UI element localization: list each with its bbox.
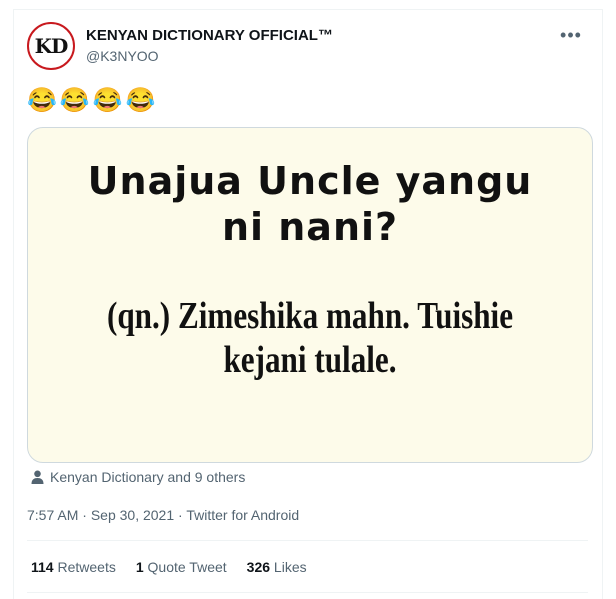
author-display-name[interactable]: KENYAN DICTIONARY OFFICIAL™ (86, 26, 333, 46)
media-definition-line-1: (qn.) Zimeshika mahn. Tuishie (106, 295, 514, 337)
social-context[interactable]: Kenyan Dictionary and 9 others (31, 469, 245, 485)
timestamp-separator: · (78, 507, 91, 523)
tweet-media-image[interactable]: Unajua Uncle yangu ni nani? (qn.) Zimesh… (27, 127, 593, 463)
media-definition-line-2: kejani tulale. (223, 339, 397, 381)
author-handle[interactable]: @K3NYOO (86, 46, 333, 66)
media-title: Unajua Uncle yangu ni nani? (28, 158, 592, 250)
tweet-time[interactable]: 7:57 AM (27, 507, 78, 523)
tweet-source[interactable]: Twitter for Android (186, 507, 299, 523)
likes-stat[interactable]: 326 Likes (247, 557, 307, 577)
media-definition: (qn.) Zimeshika mahn. Tuishie kejani tul… (79, 294, 541, 382)
author-names: KENYAN DICTIONARY OFFICIAL™ @K3NYOO (86, 26, 333, 66)
retweets-count: 114 (31, 559, 54, 575)
tweet-text: 😂😂😂😂 (27, 87, 159, 114)
retweets-label: Retweets (57, 559, 116, 575)
tweet-stats: 114 Retweets 1 Quote Tweet 326 Likes (31, 557, 327, 577)
avatar-logo-text: KD (34, 34, 69, 58)
person-icon (31, 470, 44, 484)
timestamp-separator: · (174, 507, 187, 523)
tweet-header: KD KENYAN DICTIONARY OFFICIAL™ @K3NYOO •… (27, 22, 586, 74)
tweet-date[interactable]: Sep 30, 2021 (91, 507, 174, 523)
retweets-stat[interactable]: 114 Retweets (31, 557, 116, 577)
avatar[interactable]: KD (27, 22, 75, 70)
likes-label: Likes (273, 559, 307, 575)
likes-count: 326 (246, 559, 271, 575)
tweet-timestamp: 7:57 AM · Sep 30, 2021 · Twitter for And… (27, 505, 299, 525)
card-right-border (602, 9, 603, 599)
card-top-border (14, 9, 602, 10)
quote-tweets-stat[interactable]: 1 Quote Tweet (136, 557, 227, 577)
divider (27, 540, 588, 541)
card-left-border (13, 9, 14, 599)
social-context-text: Kenyan Dictionary and 9 others (50, 469, 246, 485)
quote-tweets-count: 1 (135, 559, 144, 575)
more-options-button[interactable]: ••• (556, 24, 586, 46)
media-title-line-1: Unajua Uncle yangu (87, 159, 533, 203)
media-title-line-2: ni nani? (221, 205, 399, 249)
more-icon: ••• (560, 24, 582, 45)
quote-tweets-label: Quote Tweet (147, 559, 227, 575)
divider (27, 592, 588, 593)
